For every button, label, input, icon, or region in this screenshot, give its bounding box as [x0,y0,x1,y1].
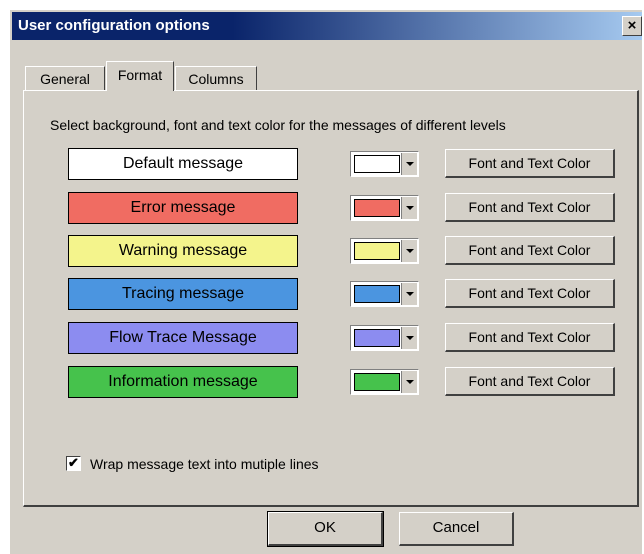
flow-trace-font-color-button[interactable]: Font and Text Color [445,323,615,352]
flow-trace-color-swatch [354,329,400,347]
tracing-color-swatch [354,285,400,303]
dropdown-arrow-icon[interactable] [401,153,417,175]
tab-columns[interactable]: Columns [175,66,257,91]
information-color-picker[interactable] [350,369,419,395]
flow-trace-message-preview: Flow Trace Message [68,322,298,354]
window-title: User configuration options [18,17,210,34]
warning-color-swatch [354,242,400,260]
default-font-color-button[interactable]: Font and Text Color [445,149,615,178]
warning-color-picker[interactable] [350,238,419,264]
dropdown-arrow-icon[interactable] [401,197,417,219]
dropdown-arrow-icon[interactable] [401,283,417,305]
dropdown-arrow-icon[interactable] [401,327,417,349]
tab-general[interactable]: General [25,66,105,91]
information-message-preview: Information message [68,366,298,398]
close-button[interactable]: × [622,16,642,36]
wrap-text-checkbox[interactable]: ✔ [66,456,81,471]
error-color-picker[interactable] [350,195,419,221]
default-color-picker[interactable] [350,151,419,177]
information-color-swatch [354,373,400,391]
instructions-text: Select background, font and text color f… [50,117,506,133]
flow-trace-color-picker[interactable] [350,325,419,351]
information-font-color-button[interactable]: Font and Text Color [445,367,615,396]
default-message-preview: Default message [68,148,298,180]
ok-button[interactable]: OK [267,511,384,547]
tracing-color-picker[interactable] [350,281,419,307]
dropdown-arrow-icon[interactable] [401,371,417,393]
title-bar[interactable]: User configuration options × [12,12,642,40]
error-font-color-button[interactable]: Font and Text Color [445,193,615,222]
error-message-preview: Error message [68,192,298,224]
dialog-window: User configuration options × General For… [9,9,642,554]
tracing-message-preview: Tracing message [68,278,298,310]
wrap-text-label[interactable]: Wrap message text into mutiple lines [90,456,319,472]
format-tab-panel: Select background, font and text color f… [23,90,639,507]
default-color-swatch [354,155,400,173]
tab-format[interactable]: Format [106,61,174,91]
dropdown-arrow-icon[interactable] [401,240,417,262]
error-color-swatch [354,199,400,217]
warning-message-preview: Warning message [68,235,298,267]
tracing-font-color-button[interactable]: Font and Text Color [445,279,615,308]
warning-font-color-button[interactable]: Font and Text Color [445,236,615,265]
cancel-button[interactable]: Cancel [399,512,514,546]
